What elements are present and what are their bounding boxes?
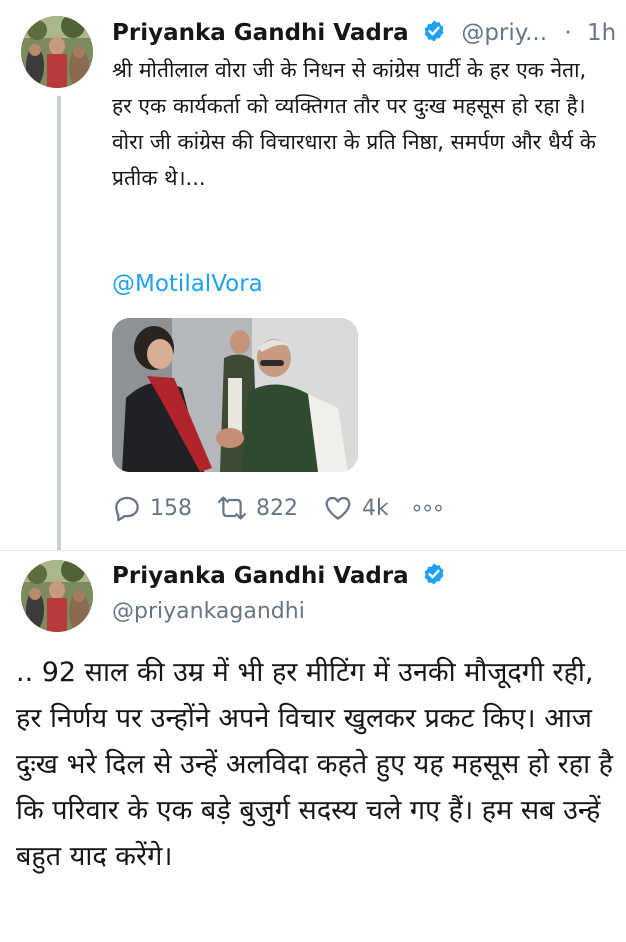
more-button[interactable]: ∘∘∘ [410,490,445,526]
thread-line [57,96,61,550]
retweet-count: 822 [256,495,298,521]
author-name[interactable]: Priyanka Gandhi Vadra [112,563,409,589]
verified-badge-icon [422,561,446,597]
tweet-1[interactable]: Priyanka Gandhi Vadra @priy... · 1h श्री… [0,0,626,550]
more-icon: ∘∘∘ [410,495,445,521]
author-name[interactable]: Priyanka Gandhi Vadra [112,20,409,46]
separator-dot: · [564,20,572,46]
tweet-header: Priyanka Gandhi Vadra @priy... · 1h [112,16,616,53]
reply-count: 158 [150,495,192,521]
tweet-photo[interactable] [112,318,358,472]
retweet-icon [217,496,247,520]
like-button[interactable]: 4k [322,490,389,526]
photo-image [112,318,358,472]
tweet-divider [0,550,626,551]
verified-badge-icon [422,19,446,53]
retweet-button[interactable]: 822 [216,490,298,526]
avatar-image [21,16,93,88]
reply-icon [115,496,139,522]
tweet-actions: 158 822 4k ∘∘∘ [112,490,532,526]
avatar[interactable] [21,560,93,632]
author-handle[interactable]: @priy... [461,20,547,46]
tweet-text: श्री मोतीलाल वोरा जी के निधन से कांग्रेस… [112,58,596,190]
reply-button[interactable]: 158 [112,490,192,526]
author-handle[interactable]: @priyankagandhi [112,596,305,628]
like-icon [325,496,351,520]
tweet-text: .. 92 साल की उम्र में भी हर मीटिंग में उ… [16,657,614,872]
tweet-header: Priyanka Gandhi Vadra [112,558,612,597]
mention-link[interactable]: @MotilalVora [112,268,263,300]
like-count: 4k [362,495,389,521]
avatar-image [21,560,93,632]
avatar[interactable] [21,16,93,88]
tweet-time[interactable]: 1h [587,20,616,46]
